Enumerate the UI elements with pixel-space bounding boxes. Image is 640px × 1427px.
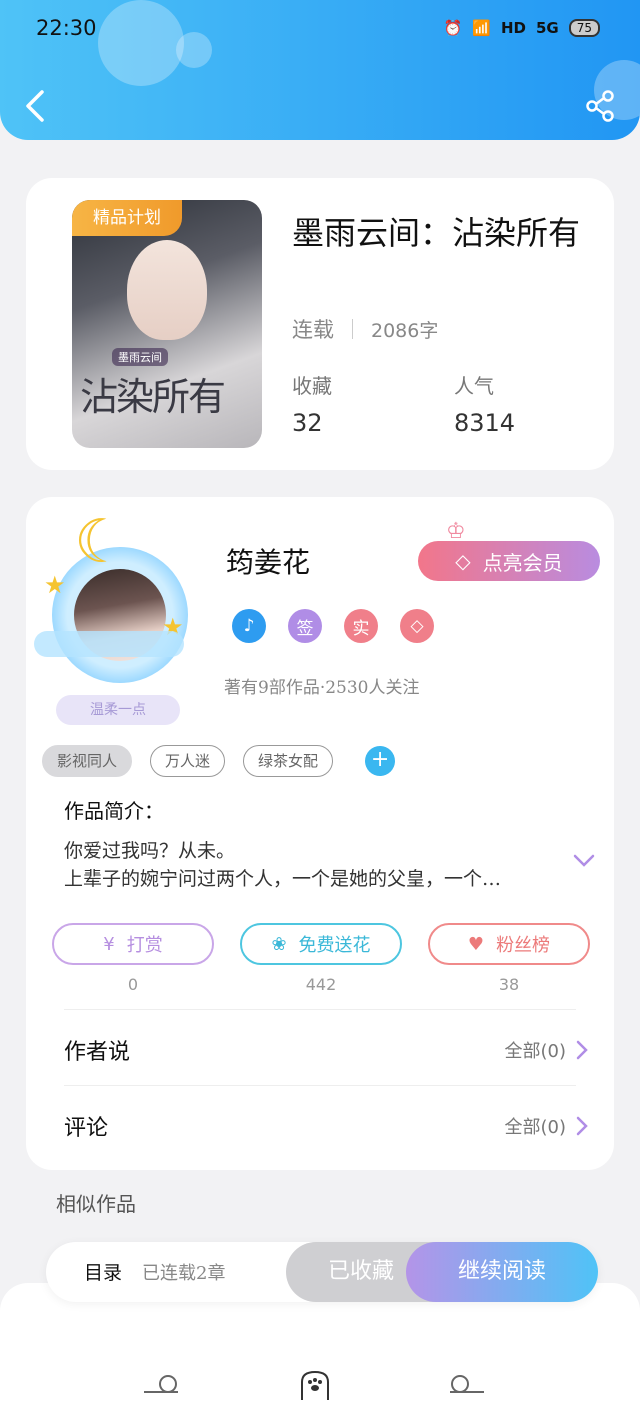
music-badge-icon[interactable]: ♪	[232, 609, 266, 643]
intro-line: 上辈子的婉宁问过两个人，一个是她的父皇，一个…	[64, 868, 502, 890]
popularity-stat: 人气 8314	[454, 370, 515, 437]
tag-item[interactable]: 影视同人	[42, 745, 133, 777]
favorites-label: 收藏	[292, 374, 332, 398]
flower-count: 442	[305, 975, 337, 994]
status-bar: 22:30 ⏰ 📶 HD 5G 75	[36, 14, 600, 42]
favorites-value: 32	[292, 409, 323, 437]
author-card: ☾ ★ ★ 温柔一点 筠姜花 ♔ ◇ 点亮会员 ♪ 签 实 ◇ 著有9部作品·2…	[26, 497, 614, 1170]
fans-ranking-label: 粉丝榜	[496, 935, 551, 956]
avatar-pendant-label: 温柔一点	[56, 695, 180, 725]
moon-icon: ☾	[74, 507, 128, 577]
comments-all: 全部(0)	[504, 1117, 567, 1138]
intro-line: 你爱过我吗？从未。	[64, 840, 236, 862]
yen-icon: ¥	[103, 933, 115, 955]
toc-label: 目录	[84, 1262, 123, 1284]
status-icons: ⏰ 📶 HD 5G 75	[444, 19, 600, 37]
popularity-label: 人气	[454, 374, 494, 398]
book-cover[interactable]: 墨雨云间 沾染所有	[72, 200, 262, 448]
action-buttons: ¥ 打赏 0 ❀ 免费送花 442 ♥ 粉丝榜 38	[52, 923, 590, 994]
author-says-title: 作者说	[64, 1040, 131, 1065]
bottom-sheet	[0, 1283, 640, 1427]
back-chevron-icon[interactable]	[20, 86, 50, 126]
sign-badge-icon[interactable]: 签	[288, 609, 322, 643]
fans-icon: ♥	[467, 933, 485, 955]
cover-title: 沾染所有	[80, 375, 226, 419]
favorites-stat: 收藏 32	[292, 370, 332, 437]
comments-link[interactable]: 全部(0)	[505, 1113, 589, 1139]
popularity-value: 8314	[454, 409, 516, 437]
intro-text[interactable]: 你爱过我吗？从未。 上辈子的婉宁问过两个人，一个是她的父皇，一个…	[64, 837, 554, 893]
add-tag-icon[interactable]: +	[365, 746, 396, 776]
tag-item[interactable]: 绿茶女配	[243, 745, 334, 777]
comments-row[interactable]: 评论 全部(0)	[64, 1101, 588, 1151]
author-stats: 著有9部作品·2530人关注	[224, 678, 420, 698]
author-says-link[interactable]: 全部(0)	[505, 1037, 589, 1063]
divider	[64, 1085, 576, 1086]
toc-status: 已连载2章	[142, 1262, 226, 1284]
wifi-icon: 📶	[472, 19, 491, 37]
status-time: 22:30	[36, 16, 97, 40]
fans-ranking-button[interactable]: ♥ 粉丝榜	[428, 923, 590, 965]
chevron-right-icon	[576, 1040, 588, 1060]
cover-figure	[127, 240, 207, 340]
send-flower-label: 免费送花	[298, 935, 371, 956]
share-icon[interactable]	[584, 90, 616, 122]
book-meta: 连载 2086字	[292, 314, 438, 344]
header: 22:30 ⏰ 📶 HD 5G 75	[0, 0, 640, 140]
send-flower-button[interactable]: ❀ 免费送花	[240, 923, 402, 965]
decor-bubble	[98, 0, 184, 86]
tip-action: ¥ 打赏 0	[52, 923, 214, 994]
tip-count: 0	[127, 975, 139, 994]
tag-item[interactable]: 万人迷	[150, 745, 226, 777]
signal-icon: 5G	[535, 19, 559, 37]
battery-icon: 75	[568, 19, 600, 37]
hd-icon: HD	[500, 19, 526, 37]
premium-tag: 精品计划	[72, 200, 182, 236]
diamond-icon: ◇	[455, 549, 471, 573]
paw-icon[interactable]	[298, 1368, 332, 1402]
author-avatar-frame[interactable]: ☾ ★ ★ 温柔一点	[30, 507, 190, 725]
tip-button[interactable]: ¥ 打赏	[52, 923, 214, 965]
diamond-badge-icon[interactable]: ◇	[400, 609, 434, 643]
cover-subtitle: 墨雨云间	[112, 348, 168, 366]
intro-title: 作品简介：	[64, 799, 164, 823]
toc-button[interactable]: 目录 已连载2章	[84, 1258, 225, 1285]
book-info-card: 墨雨云间 沾染所有 精品计划 墨雨云间：沾染所有 连载 2086字 收藏 32 …	[26, 178, 614, 470]
book-status: 连载	[292, 318, 334, 342]
vip-label: 点亮会员	[482, 550, 563, 575]
star-icon: ★	[44, 571, 66, 599]
book-title: 墨雨云间：沾染所有	[292, 214, 581, 252]
divider	[64, 1009, 576, 1010]
yarn-ball-icon[interactable]	[144, 1372, 180, 1396]
chevron-right-icon	[576, 1116, 588, 1136]
alarm-icon: ⏰	[443, 19, 463, 37]
vip-button[interactable]: ◇ 点亮会员	[418, 541, 600, 581]
fans-action: ♥ 粉丝榜 38	[428, 923, 590, 994]
tip-label: 打赏	[126, 935, 163, 956]
author-says-all: 全部(0)	[504, 1041, 567, 1062]
cloud-decor	[34, 631, 184, 657]
fans-count: 38	[498, 975, 520, 994]
similar-works-title: 相似作品	[56, 1192, 136, 1216]
book-word-count: 2086字	[371, 319, 439, 342]
flower-action: ❀ 免费送花 442	[240, 923, 402, 994]
author-name[interactable]: 筠姜花	[226, 541, 310, 581]
author-badges: ♪ 签 实 ◇	[232, 609, 434, 643]
verified-badge-icon[interactable]: 实	[344, 609, 378, 643]
continue-reading-button[interactable]: 继续阅读	[406, 1242, 598, 1302]
comments-title: 评论	[64, 1116, 109, 1141]
flower-icon: ❀	[271, 933, 287, 955]
yarn-ball-icon[interactable]	[448, 1372, 484, 1396]
meta-divider	[352, 319, 353, 339]
author-says-row[interactable]: 作者说 全部(0)	[64, 1025, 588, 1075]
expand-chevron-icon[interactable]	[572, 853, 596, 869]
tag-list: 影视同人 万人迷 绿茶女配 +	[42, 745, 396, 777]
